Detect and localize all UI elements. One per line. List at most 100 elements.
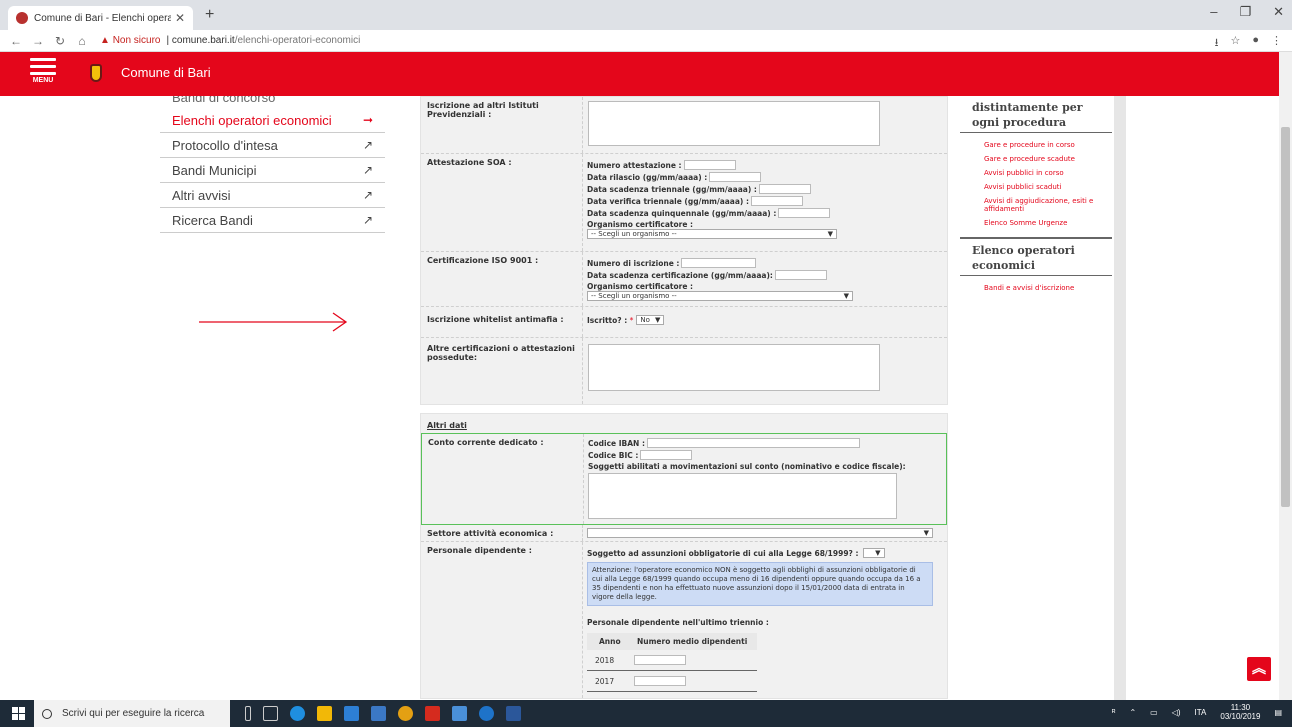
- tray-chevron-icon[interactable]: ⌃: [1129, 708, 1136, 717]
- warning-icon: ▲: [100, 35, 110, 46]
- altri-dati-title: Altri dati: [427, 421, 467, 430]
- volume-icon[interactable]: ◁): [1172, 708, 1181, 717]
- dropdown-arrow-icon: ▼: [843, 292, 849, 300]
- favicon-icon: [16, 12, 28, 24]
- external-link-icon: ↗: [362, 138, 373, 152]
- settore-row: Settore attività economica : ▼: [421, 525, 947, 542]
- link-gare-in-corso[interactable]: Gare e procedure in corso: [984, 141, 1112, 149]
- link-avvisi-scaduti[interactable]: Avvisi pubblici scaduti: [984, 183, 1112, 191]
- site-name[interactable]: Comune di Bari: [121, 65, 211, 80]
- language-indicator[interactable]: ITA: [1195, 708, 1207, 717]
- ie-icon[interactable]: [479, 706, 494, 721]
- nav-item-protocollo[interactable]: Protocollo d'intesa ↗: [160, 133, 385, 158]
- dropdown-arrow-icon: ▼: [875, 549, 881, 557]
- personale-table: Personale dipendente nell'ultimo trienni…: [587, 618, 943, 692]
- legge-68-select[interactable]: ▼: [862, 548, 885, 558]
- whitelist-select[interactable]: No ▼: [636, 315, 665, 325]
- arrow-right-icon: ➞: [362, 113, 373, 127]
- window-controls: – ❐ ✕: [1210, 4, 1284, 20]
- nav-item-altri-avvisi[interactable]: Altri avvisi ↗: [160, 183, 385, 208]
- restore-icon[interactable]: ❐: [1239, 4, 1251, 20]
- new-tab-button[interactable]: +: [205, 6, 214, 24]
- iso-numero-input[interactable]: [681, 258, 757, 268]
- profile-icon[interactable]: ●: [1252, 34, 1259, 53]
- registration-form: Iscrizione ad altri Istituti Previdenzia…: [420, 96, 948, 699]
- outlook-icon[interactable]: [371, 706, 386, 721]
- soa-scadenza-quinquennale-input[interactable]: [778, 208, 831, 218]
- external-link-icon: ↗: [362, 213, 373, 227]
- link-somme-urgenze[interactable]: Elenco Somme Urgenze: [984, 219, 1112, 227]
- edge-icon[interactable]: [290, 706, 305, 721]
- right-section-title-1: distintamente per ogni procedura: [960, 96, 1112, 133]
- soa-label: Attestazione SOA :: [421, 154, 583, 251]
- taskbar-search[interactable]: Scrivi qui per eseguire la ricerca: [34, 700, 230, 727]
- page-scrollbar[interactable]: [1279, 52, 1292, 700]
- home-icon[interactable]: ⌂: [72, 34, 92, 48]
- acrobat-icon[interactable]: [425, 706, 440, 721]
- soa-verifica-triennale-input[interactable]: [750, 196, 803, 206]
- browser-tab[interactable]: Comune di Bari - Elenchi operato ✕: [8, 6, 193, 30]
- link-avvisi-in-corso[interactable]: Avvisi pubblici in corso: [984, 169, 1112, 177]
- nav-item-bandi-municipi[interactable]: Bandi Municipi ↗: [160, 158, 385, 183]
- dropdown-arrow-icon: ▼: [923, 529, 929, 537]
- chrome-icon[interactable]: [398, 706, 413, 721]
- mail-icon[interactable]: [452, 706, 467, 721]
- soa-rilascio-input[interactable]: [709, 172, 762, 182]
- nav-item-cut[interactable]: Bandi di concorso: [160, 96, 385, 108]
- iso-scadenza-input[interactable]: [774, 270, 827, 280]
- triennio-title: Personale dipendente nell'ultimo trienni…: [587, 618, 769, 627]
- link-gare-scadute[interactable]: Gare e procedure scadute: [984, 155, 1112, 163]
- personale-label: Personale dipendente :: [421, 542, 583, 698]
- iso-label: Certificazione ISO 9001 :: [421, 252, 583, 306]
- close-window-icon[interactable]: ✕: [1273, 4, 1284, 20]
- legge-68-note: Attenzione: l'operatore economico NON è …: [587, 562, 933, 606]
- dipendenti-2018-input[interactable]: [634, 655, 687, 665]
- soa-organismo-select[interactable]: -- Scegli un organismo -- ▼: [587, 229, 837, 239]
- kebab-menu-icon[interactable]: ⋮: [1271, 34, 1282, 53]
- dipendenti-2017-input[interactable]: [634, 676, 687, 686]
- task-view-icon[interactable]: [263, 706, 278, 721]
- nav-item-elenchi-operatori[interactable]: Elenchi operatori economici ➞: [160, 108, 385, 133]
- file-explorer-icon[interactable]: [317, 706, 332, 721]
- iso-organismo-select[interactable]: -- Scegli un organismo -- ▼: [587, 291, 853, 301]
- people-icon[interactable]: ᴿ: [1112, 708, 1116, 717]
- bookmark-star-icon[interactable]: ☆: [1230, 34, 1240, 53]
- tab-title: Comune di Bari - Elenchi operato: [34, 12, 171, 24]
- store-icon[interactable]: [344, 706, 359, 721]
- back-icon[interactable]: ←: [6, 34, 26, 48]
- settore-select[interactable]: ▼: [587, 528, 933, 538]
- soa-numero-input[interactable]: [683, 160, 736, 170]
- nav-item-ricerca-bandi[interactable]: Ricerca Bandi ↗: [160, 208, 385, 233]
- bic-input[interactable]: [640, 450, 693, 460]
- security-indicator[interactable]: ▲ Non sicuro: [100, 35, 161, 46]
- dropdown-arrow-icon: ▼: [655, 316, 661, 324]
- link-avvisi-aggiudicazione[interactable]: Avvisi di aggiudicazione, esiti e affida…: [984, 197, 1112, 213]
- table-row: 2018: [587, 650, 757, 671]
- url-field[interactable]: | comune.bari.it/elenchi-operatori-econo…: [167, 35, 361, 46]
- network-icon[interactable]: ▭: [1150, 708, 1158, 717]
- tab-close-icon[interactable]: ✕: [175, 11, 185, 25]
- windows-start-icon[interactable]: [12, 707, 25, 720]
- conto-row: Conto corrente dedicato : Codice IBAN : …: [421, 433, 947, 525]
- clock[interactable]: 11:30 03/10/2019: [1220, 703, 1260, 721]
- iso-row: Certificazione ISO 9001 : Numero di iscr…: [421, 252, 947, 307]
- minimize-icon[interactable]: –: [1210, 4, 1217, 20]
- scroll-to-top-icon[interactable]: ︽: [1247, 657, 1271, 681]
- link-bandi-iscrizione[interactable]: Bandi e avvisi d'iscrizione: [984, 284, 1112, 292]
- altre-certificazioni-label: Altre certificazioni o attestazioni poss…: [421, 338, 583, 404]
- soggetti-textarea[interactable]: [588, 473, 897, 519]
- coat-of-arms-icon: [90, 64, 102, 82]
- scrollbar-thumb[interactable]: [1281, 127, 1290, 507]
- iban-input[interactable]: [646, 438, 860, 448]
- notifications-icon[interactable]: ▤: [1274, 708, 1282, 717]
- istituti-textarea[interactable]: [588, 101, 880, 146]
- soa-scadenza-triennale-input[interactable]: [758, 184, 811, 194]
- word-icon[interactable]: [506, 706, 521, 721]
- forward-icon[interactable]: →: [28, 34, 48, 48]
- altre-certificazioni-textarea[interactable]: [588, 344, 880, 391]
- whitelist-label: Iscrizione whitelist antimafia :: [421, 307, 583, 337]
- microphone-icon[interactable]: [245, 706, 251, 721]
- download-icon[interactable]: ⭳: [1215, 34, 1219, 53]
- menu-button[interactable]: MENU: [28, 58, 58, 84]
- reload-icon[interactable]: ↻: [50, 34, 70, 48]
